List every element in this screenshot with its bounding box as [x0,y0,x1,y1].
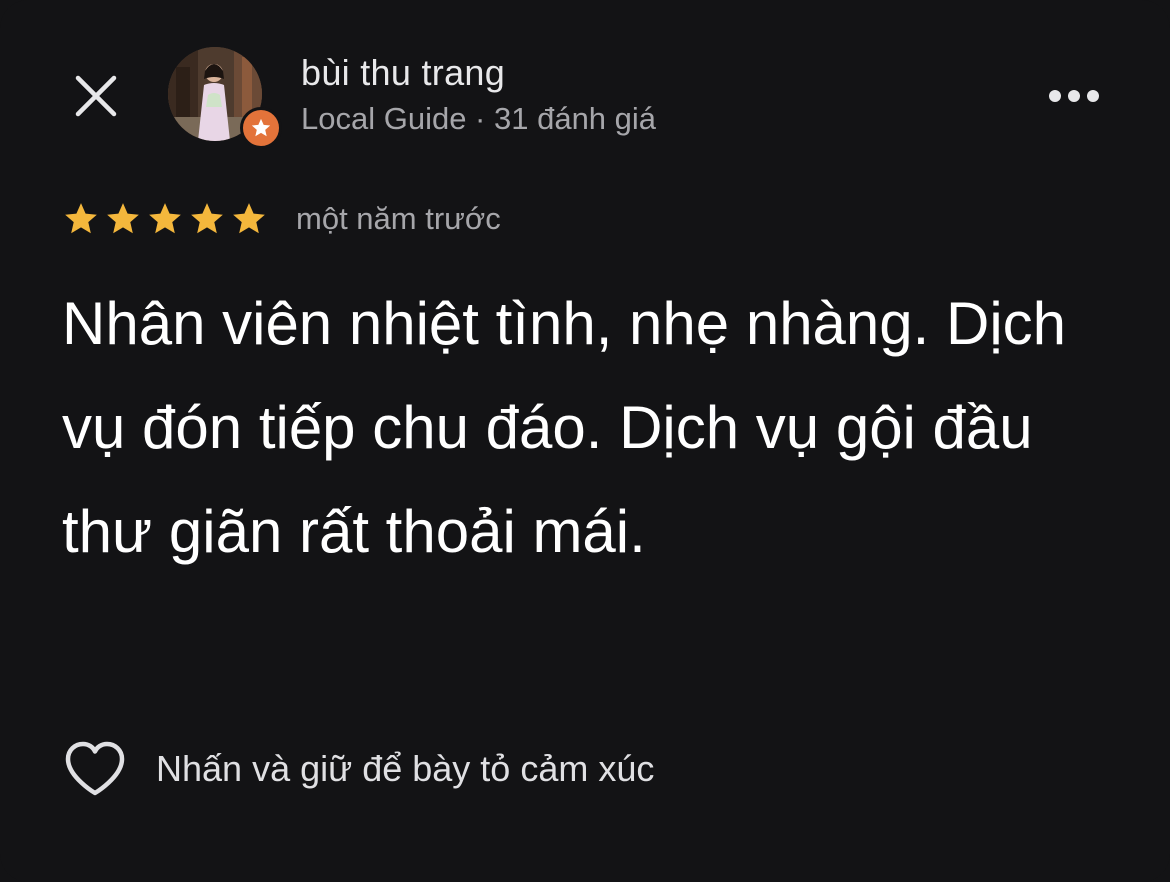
rating-row: một năm trước [62,196,501,242]
local-guide-star-icon [251,118,271,137]
react-button[interactable]: Nhấn và giữ để bày tỏ cảm xúc [64,738,654,800]
star-icon [107,203,139,234]
close-icon [75,75,117,117]
star-icon [233,203,265,234]
star-icon [191,203,223,234]
star-icon [65,203,97,234]
close-button[interactable] [66,66,126,126]
star-icon [149,203,181,234]
review-date: một năm trước [296,201,501,236]
local-guide-badge [240,107,282,149]
more-horizontal-icon [1049,90,1099,102]
author-avatar-group[interactable] [168,47,282,149]
react-label: Nhấn và giữ để bày tỏ cảm xúc [156,748,655,789]
author-name[interactable]: bùi thu trang [301,52,505,94]
heart-outline-icon [65,741,125,796]
author-meta[interactable]: Local Guide · 31 đánh giá [301,101,656,137]
review-card: bùi thu trang Local Guide · 31 đánh giá … [0,0,1170,882]
star-rating [62,200,268,238]
review-text: Nhân viên nhiệt tình, nhẹ nhàng. Dịch vụ… [62,290,1067,565]
more-options-button[interactable] [1040,72,1108,120]
